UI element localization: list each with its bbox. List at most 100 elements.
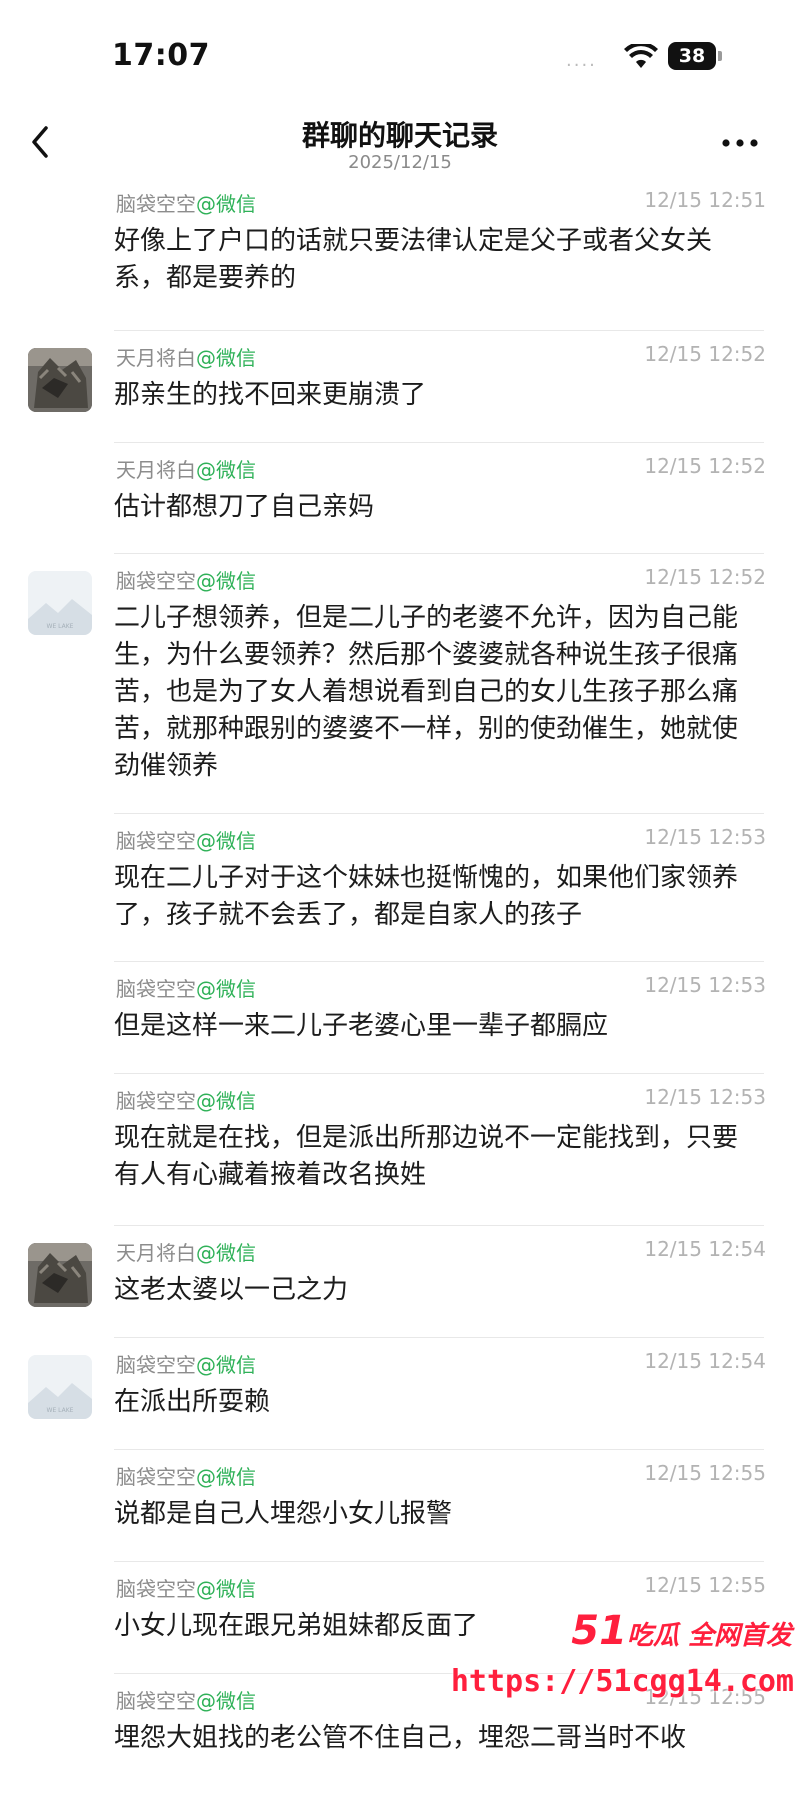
message-sender: 天月将白@微信 [116, 454, 256, 483]
battery-level: 38 [678, 45, 706, 67]
message-timestamp: 12/15 12:51 [644, 188, 766, 212]
sender-name: 脑袋空空 [116, 1353, 196, 1377]
cat-avatar-image [28, 348, 92, 412]
sender-source: @微信 [196, 1353, 256, 1377]
message-item[interactable]: WE LAKE 脑袋空空@微信 12/15 12:52 二儿子想领养，但是二儿子的老婆… [0, 565, 800, 814]
message-divider [114, 813, 764, 814]
cat-avatar-image [28, 1243, 92, 1307]
message-timestamp: 12/15 12:52 [644, 342, 766, 366]
placeholder-avatar-image: WE LAKE [28, 1355, 92, 1419]
message-timestamp: 12/15 12:55 [644, 1685, 766, 1709]
ellipsis-icon [722, 139, 758, 147]
message-sender: 天月将白@微信 [116, 342, 256, 371]
message-divider [114, 1073, 764, 1074]
message-sender: 脑袋空空@微信 [116, 565, 256, 594]
sender-name: 脑袋空空 [116, 977, 196, 1001]
message-text: 现在就是在找，但是派出所那边说不一定能找到，只要有人有心藏着掖着改名换姓 [114, 1123, 739, 1190]
message-text: 小女儿现在跟兄弟姐妹都反面了 [114, 1611, 479, 1641]
message-timestamp: 12/15 12:53 [644, 1085, 766, 1109]
message-text: 在派出所耍赖 [114, 1387, 271, 1417]
message-timestamp: 12/15 12:53 [644, 825, 766, 849]
message-timestamp: 12/15 12:55 [644, 1461, 766, 1485]
message-divider [114, 1337, 764, 1338]
cellular-signal-icon: .... [566, 50, 597, 71]
message-item[interactable]: 脑袋空空@微信 12/15 12:55 小女儿现在跟兄弟姐妹都反面了 [0, 1573, 800, 1674]
placeholder-avatar-image: WE LAKE [28, 571, 92, 635]
message-text: 但是这样一来二儿子老婆心里一辈子都膈应 [114, 1011, 609, 1041]
avatar[interactable]: WE LAKE [28, 1355, 92, 1419]
avatar[interactable]: WE LAKE [28, 571, 92, 635]
sender-source: @微信 [196, 1577, 256, 1601]
battery-icon: 38 [668, 42, 722, 70]
sender-name: 脑袋空空 [116, 1577, 196, 1601]
message-divider [114, 1449, 764, 1450]
message-sender: 脑袋空空@微信 [116, 188, 256, 217]
sender-source: @微信 [196, 1089, 256, 1113]
message-timestamp: 12/15 12:53 [644, 973, 766, 997]
message-item[interactable]: 脑袋空空@微信 12/15 12:53 现在二儿子对于这个妹妹也挺惭愧的，如果他们家… [0, 825, 800, 962]
sender-name: 脑袋空空 [116, 829, 196, 853]
message-text: 说都是自己人埋怨小女儿报警 [114, 1499, 453, 1529]
message-sender: 脑袋空空@微信 [116, 825, 256, 854]
message-timestamp: 12/15 12:54 [644, 1349, 766, 1373]
message-divider [114, 961, 764, 962]
svg-text:WE LAKE: WE LAKE [47, 623, 74, 630]
sender-source: @微信 [196, 829, 256, 853]
sender-name: 脑袋空空 [116, 192, 196, 216]
more-button[interactable] [718, 128, 762, 158]
message-sender: 脑袋空空@微信 [116, 1573, 256, 1602]
page-date: 2025/12/15 [348, 152, 452, 173]
message-text: 二儿子想领养，但是二儿子的老婆不允许，因为自己能生，为什么要领养？然后那个婆婆就… [114, 603, 739, 781]
sender-name: 脑袋空空 [116, 1689, 196, 1713]
status-bar: 17:07 .... 38 [0, 0, 800, 110]
message-sender: 脑袋空空@微信 [116, 1685, 256, 1714]
message-timestamp: 12/15 12:54 [644, 1237, 766, 1261]
nav-bar: 群聊的聊天记录 2025/12/15 [0, 110, 800, 180]
message-item[interactable]: 天月将白@微信 12/15 12:52 那亲生的找不回来更崩溃了 [0, 342, 800, 443]
message-sender: 脑袋空空@微信 [116, 1349, 256, 1378]
page-title: 群聊的聊天记录 [301, 119, 498, 152]
message-divider [114, 553, 764, 554]
message-divider [114, 1561, 764, 1562]
sender-source: @微信 [196, 977, 256, 1001]
status-time: 17:07 [112, 38, 210, 73]
message-divider [114, 330, 764, 331]
message-item[interactable]: 脑袋空空@微信 12/15 12:55 埋怨大姐找的老公管不住自己，埋怨二哥当时不收 [0, 1685, 800, 1805]
message-text: 估计都想刀了自己亲妈 [114, 492, 375, 522]
sender-name: 天月将白 [116, 1241, 196, 1265]
message-text: 现在二儿子对于这个妹妹也挺惭愧的，如果他们家领养了，孩子就不会丢了，都是自家人的… [114, 863, 739, 930]
message-item[interactable]: 脑袋空空@微信 12/15 12:53 但是这样一来二儿子老婆心里一辈子都膈应 [0, 973, 800, 1074]
message-sender: 脑袋空空@微信 [116, 1085, 256, 1114]
message-text: 埋怨大姐找的老公管不住自己，埋怨二哥当时不收 [114, 1723, 687, 1753]
avatar[interactable] [28, 348, 92, 412]
message-sender: 脑袋空空@微信 [116, 1461, 256, 1490]
message-text: 那亲生的找不回来更崩溃了 [114, 380, 427, 410]
message-timestamp: 12/15 12:52 [644, 454, 766, 478]
sender-source: @微信 [196, 1689, 256, 1713]
sender-source: @微信 [196, 569, 256, 593]
message-divider [114, 1225, 764, 1226]
svg-text:WE LAKE: WE LAKE [47, 1407, 74, 1414]
avatar[interactable] [28, 1243, 92, 1307]
message-divider [114, 1673, 764, 1674]
message-text: 这老太婆以一己之力 [114, 1275, 349, 1305]
message-sender: 天月将白@微信 [116, 1237, 256, 1266]
sender-source: @微信 [196, 458, 256, 482]
sender-source: @微信 [196, 346, 256, 370]
message-item[interactable]: 脑袋空空@微信 12/15 12:53 现在就是在找，但是派出所那边说不一定能找到，… [0, 1085, 800, 1226]
message-divider [114, 442, 764, 443]
message-timestamp: 12/15 12:55 [644, 1573, 766, 1597]
sender-source: @微信 [196, 1241, 256, 1265]
message-item[interactable]: 天月将白@微信 12/15 12:54 这老太婆以一己之力 [0, 1237, 800, 1338]
message-timestamp: 12/15 12:52 [644, 565, 766, 589]
message-item[interactable]: 脑袋空空@微信 12/15 12:51 好像上了户口的话就只要法律认定是父子或者父女… [0, 188, 800, 331]
sender-name: 脑袋空空 [116, 1465, 196, 1489]
sender-name: 天月将白 [116, 346, 196, 370]
message-item[interactable]: WE LAKE 脑袋空空@微信 12/15 12:54 在派出所耍赖 [0, 1349, 800, 1450]
message-item[interactable]: 脑袋空空@微信 12/15 12:55 说都是自己人埋怨小女儿报警 [0, 1461, 800, 1562]
wifi-icon [624, 44, 658, 68]
message-item[interactable]: 天月将白@微信 12/15 12:52 估计都想刀了自己亲妈 [0, 454, 800, 554]
sender-name: 天月将白 [116, 458, 196, 482]
message-text: 好像上了户口的话就只要法律认定是父子或者父女关系，都是要养的 [114, 226, 713, 293]
sender-source: @微信 [196, 1465, 256, 1489]
